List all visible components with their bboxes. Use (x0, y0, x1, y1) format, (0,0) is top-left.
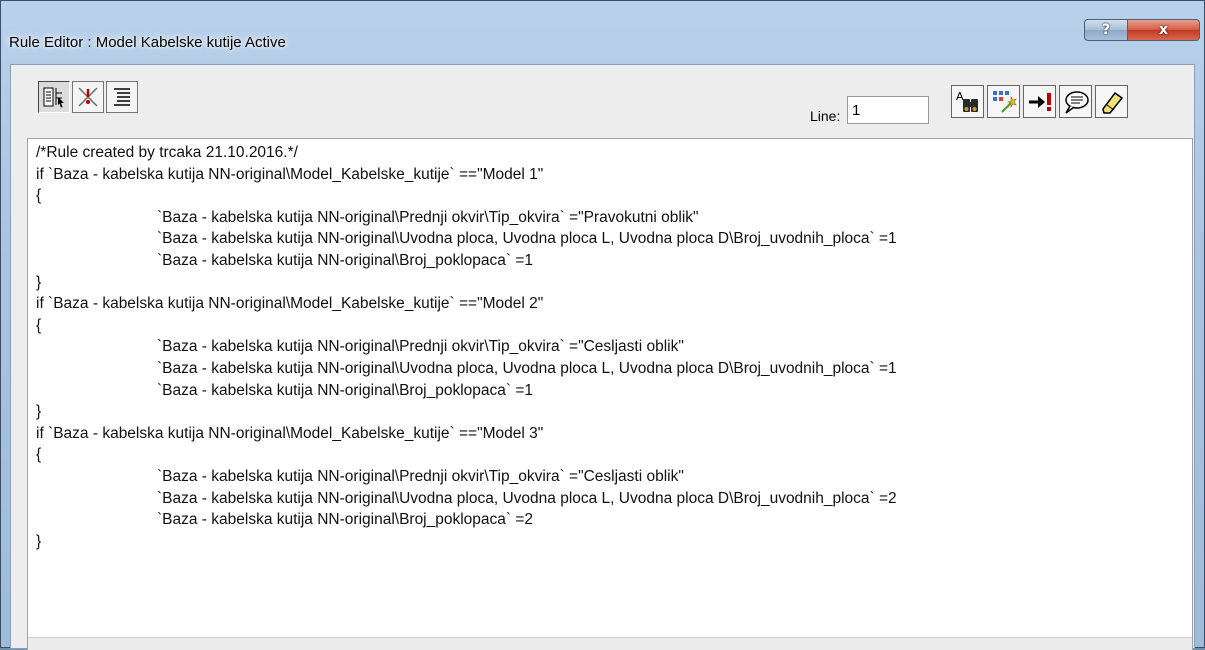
code-line[interactable]: `Baza - kabelska kutija NN-original\Broj… (157, 511, 533, 529)
go-to-error-button[interactable] (1023, 85, 1056, 118)
diagnose-icon (78, 87, 98, 107)
caption-buttons: ? x (1084, 19, 1200, 41)
code-line[interactable]: if `Baza - kabelska kutija NN-original\M… (36, 425, 543, 443)
formatting-button[interactable] (106, 81, 138, 113)
code-line[interactable]: `Baza - kabelska kutija NN-original\Broj… (157, 382, 533, 400)
toolbar-left-group (38, 81, 138, 113)
comment-bubble-icon (1064, 90, 1089, 114)
toolbar-right-group: A (951, 85, 1128, 118)
code-line[interactable]: `Baza - kabelska kutija NN-original\Pred… (157, 338, 684, 356)
dictionary-wizard-icon (992, 90, 1017, 113)
code-line[interactable]: { (36, 446, 41, 464)
code-line[interactable]: /*Rule created by trcaka 21.10.2016.*/ (36, 144, 298, 162)
code-line[interactable]: } (36, 403, 41, 421)
code-line[interactable]: `Baza - kabelska kutija NN-original\Uvod… (157, 230, 897, 248)
eraser-icon (1101, 91, 1123, 114)
close-button[interactable]: x (1128, 19, 1200, 41)
svg-text:A: A (956, 90, 964, 103)
editor-bottom-edge (28, 637, 1192, 650)
title-bar[interactable]: Rule Editor : Model Kabelske kutije Acti… (1, 1, 1204, 59)
window-title: Rule Editor : Model Kabelske kutije Acti… (9, 34, 286, 51)
eraser-button[interactable] (1095, 85, 1128, 118)
find-button[interactable]: A (951, 85, 984, 118)
code-line[interactable]: `Baza - kabelska kutija NN-original\Uvod… (157, 360, 897, 378)
rule-browser-button[interactable] (38, 81, 70, 113)
find-binoculars-icon: A (956, 90, 978, 112)
toolbar: Line: A (11, 65, 1194, 135)
code-line[interactable]: `Baza - kabelska kutija NN-original\Pred… (157, 209, 699, 227)
editor-panel: Line: A (10, 64, 1195, 650)
line-label: Line: (810, 108, 841, 124)
code-line[interactable]: if `Baza - kabelska kutija NN-original\M… (36, 166, 543, 184)
code-line[interactable]: `Baza - kabelska kutija NN-original\Broj… (157, 252, 533, 270)
code-line[interactable]: `Baza - kabelska kutija NN-original\Pred… (157, 468, 684, 486)
rule-browser-icon (43, 87, 64, 108)
code-line[interactable]: { (36, 187, 41, 205)
code-line[interactable]: } (36, 274, 41, 292)
line-number-input[interactable] (847, 96, 929, 124)
rule-editor-window: Rule Editor : Model Kabelske kutije Acti… (0, 0, 1205, 650)
code-line[interactable]: { (36, 317, 41, 335)
help-button[interactable]: ? (1084, 19, 1128, 41)
formatting-icon (114, 88, 130, 106)
rule-code-editor[interactable]: /*Rule created by trcaka 21.10.2016.*/ if… (27, 138, 1193, 650)
code-line[interactable]: } (36, 533, 41, 551)
diagnose-button[interactable] (72, 81, 104, 113)
code-line[interactable]: if `Baza - kabelska kutija NN-original\M… (36, 295, 543, 313)
go-to-error-icon (1028, 92, 1051, 111)
dictionary-wizard-button[interactable] (987, 85, 1020, 118)
code-line[interactable]: `Baza - kabelska kutija NN-original\Uvod… (157, 490, 897, 508)
comment-button[interactable] (1059, 85, 1092, 118)
